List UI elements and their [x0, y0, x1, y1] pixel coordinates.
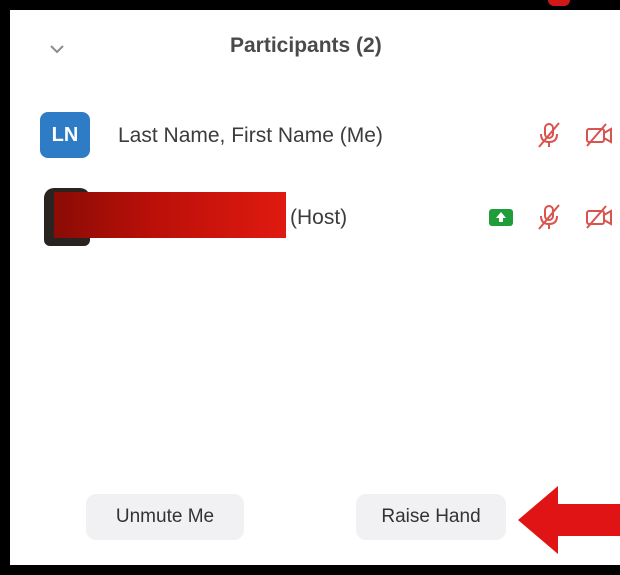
video-off-icon[interactable] [584, 120, 614, 150]
pointer-arrow-icon [518, 486, 620, 554]
chevron-down-icon [50, 45, 64, 54]
share-screen-icon[interactable] [486, 202, 516, 232]
muted-mic-icon[interactable] [534, 202, 564, 232]
raise-hand-button[interactable]: Raise Hand [356, 494, 506, 540]
video-off-icon[interactable] [584, 202, 614, 232]
panel-title: Participants (2) [230, 34, 382, 57]
unmute-me-button[interactable]: Unmute Me [86, 494, 244, 540]
annotation-mark [548, 0, 570, 6]
redacted-name [54, 192, 286, 238]
participant-name: Last Name, First Name (Me) [118, 124, 383, 147]
participants-header: Participants (2) [10, 10, 620, 84]
avatar-initials: LN [51, 123, 79, 146]
avatar: LN [40, 112, 90, 158]
collapse-button[interactable] [44, 36, 70, 62]
muted-mic-icon[interactable] [534, 120, 564, 150]
participant-row-host[interactable]: (Host) [10, 182, 620, 252]
participant-row-me[interactable]: LN Last Name, First Name (Me) [10, 100, 620, 170]
participant-role: (Host) [290, 206, 348, 229]
